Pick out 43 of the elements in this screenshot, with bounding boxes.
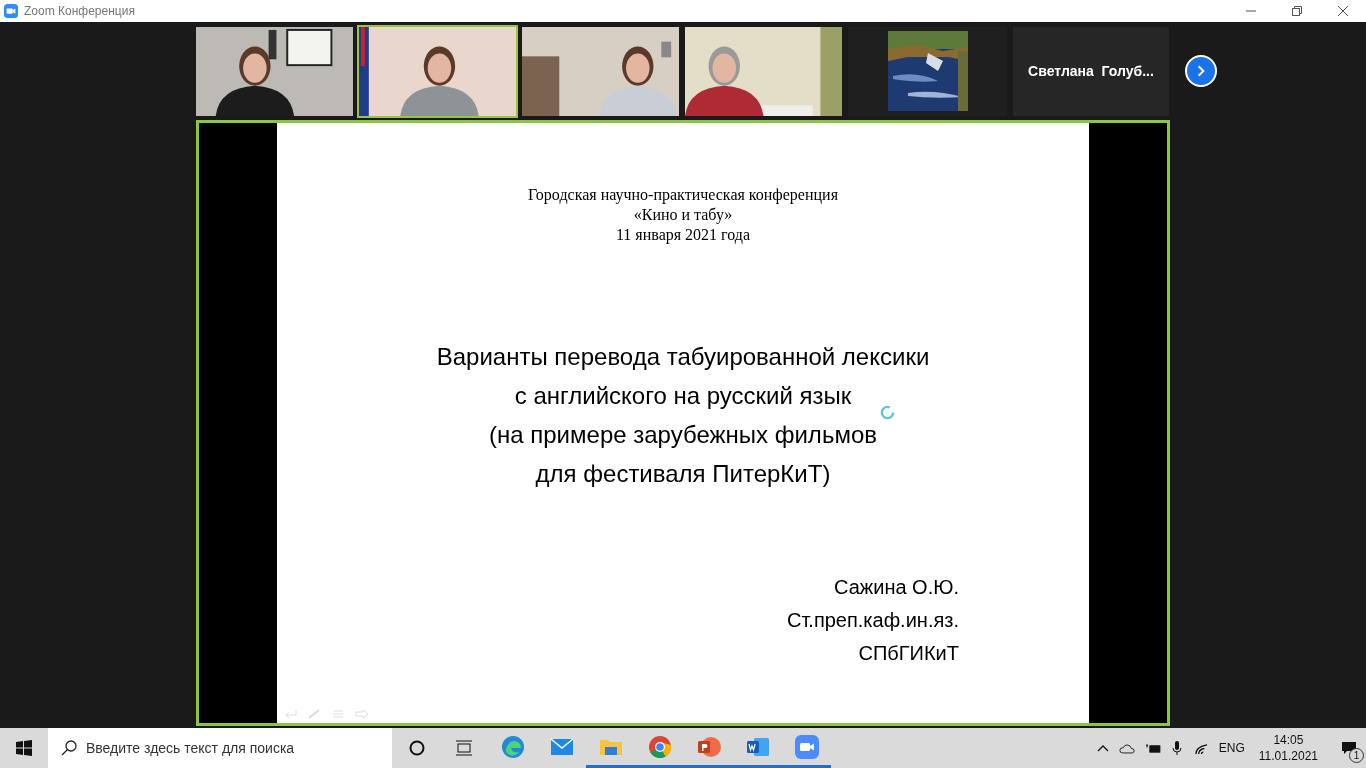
clock[interactable]: 14:05 11.01.2021 — [1258, 732, 1318, 764]
chrome-icon — [647, 734, 672, 759]
microphone-icon — [1171, 740, 1182, 756]
pen-icon — [307, 709, 321, 719]
slide-title-line: Варианты перевода табуированной лексики — [436, 342, 930, 372]
slide-title-line: (на примере зарубежных фильмов — [489, 420, 877, 450]
slide-author-line: СПбГИКиТ — [858, 641, 959, 666]
window-title: Zoom Конференция — [24, 3, 135, 20]
slide-author-line: Ст.преп.каф.ин.яз. — [786, 608, 959, 633]
battery-icon — [1144, 742, 1162, 754]
search-icon — [61, 740, 77, 756]
loading-spinner-icon — [880, 405, 895, 420]
video-tile[interactable]: Светлана Голуб... — [1011, 24, 1171, 118]
video-camera-icon — [4, 4, 18, 18]
video-camera-icon — [794, 734, 819, 759]
slide-title-line: для фестиваля ПитерКиТ) — [535, 459, 831, 489]
slide-author-line: Сажина О.Ю. — [834, 575, 959, 600]
back-arrow-icon — [283, 709, 297, 719]
wifi-icon — [1193, 741, 1209, 755]
language-indicator[interactable]: ENG — [1218, 739, 1245, 757]
participant-name: Светлана Голуб... — [1028, 61, 1154, 81]
clock-date: 11.01.2021 — [1258, 748, 1318, 764]
video-tile[interactable] — [846, 24, 1009, 118]
notification-badge: 1 — [1349, 748, 1364, 763]
restore-icon — [1292, 6, 1302, 16]
task-view-icon — [455, 740, 473, 756]
notifications-button[interactable]: 1 — [1332, 728, 1366, 768]
chevron-up-icon — [1096, 744, 1109, 752]
slide-header-line: Городская научно-практическая конференция — [528, 185, 838, 205]
next-page-button[interactable] — [1185, 55, 1217, 87]
powerpoint-icon — [696, 734, 721, 759]
edge-icon — [500, 734, 525, 759]
windows-logo-icon — [16, 740, 32, 756]
search-field[interactable]: Введите здесь текст для поиска — [48, 728, 392, 768]
slide-header-line: «Кино и табу» — [633, 205, 733, 225]
slide-header-line: 11 января 2021 года — [615, 225, 751, 245]
circle-icon — [409, 740, 425, 756]
slide-title-line: с английского на русский язык — [514, 381, 852, 411]
chevron-right-icon — [1195, 65, 1207, 77]
cloud-icon — [1118, 742, 1135, 754]
close-icon — [1338, 6, 1348, 16]
clock-time: 14:05 — [1273, 732, 1304, 748]
forward-arrow-icon — [355, 709, 369, 719]
